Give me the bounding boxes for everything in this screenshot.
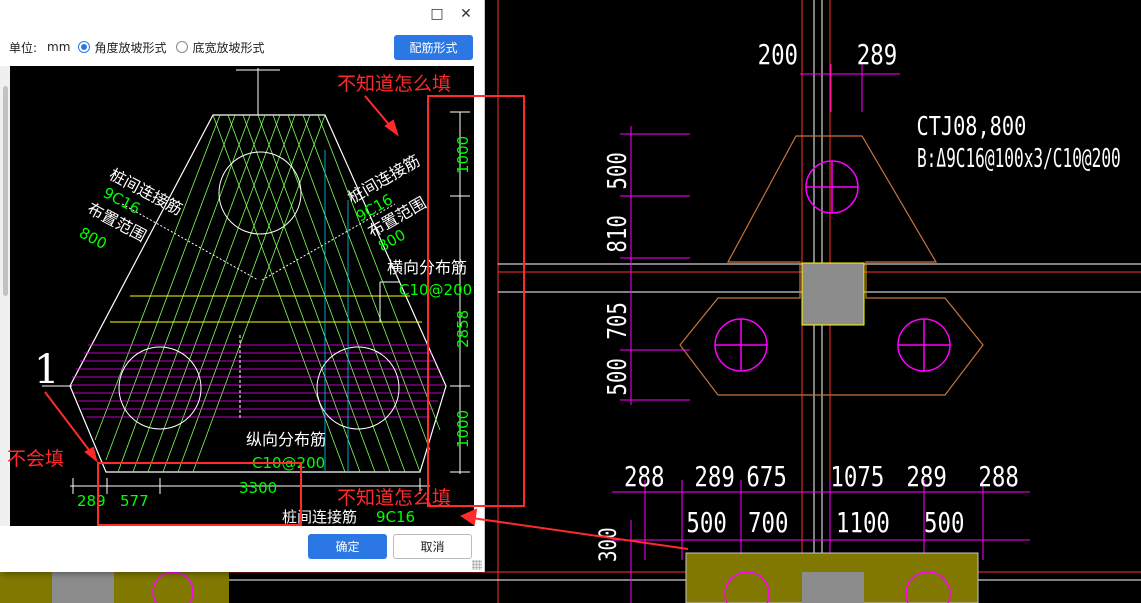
dim-row2-3: 500	[924, 505, 964, 538]
rebar-form-button[interactable]: 配筋形式	[394, 35, 473, 60]
unit-label: 单位:	[9, 40, 38, 55]
dim-row2-0: 500	[686, 505, 726, 538]
dim-left-1: 810	[602, 215, 633, 253]
dimension-lines-left	[42, 111, 470, 494]
dim-row1-2: 675	[746, 459, 786, 492]
dim-row1-1: 289	[694, 459, 734, 492]
resize-grip[interactable]	[472, 560, 482, 570]
cancel-button[interactable]: 取消	[393, 534, 472, 559]
radio-angle-slope[interactable]	[78, 41, 91, 53]
rebar-dialog: □ ✕ 单位: mm 角度放坡形式 底宽放坡形式 配筋形式 确定 取消	[0, 0, 485, 572]
scrollbar-thumb[interactable]	[3, 86, 8, 296]
pile-circles-preview	[118, 151, 400, 430]
cap-title-1: CTJ08,800	[916, 112, 1026, 142]
dim-row1-3: 1075	[830, 459, 884, 492]
dim-left-3: 500	[602, 358, 633, 396]
dim-left-0: 500	[602, 152, 633, 190]
cap-outline	[69, 114, 447, 473]
dim-row1-0: 288	[624, 459, 664, 492]
vertical-scrollbar[interactable]	[0, 66, 10, 526]
close-icon[interactable]: ✕	[455, 4, 477, 24]
cap-title-2: B:Δ9C16@100x3/C10@200	[917, 144, 1121, 174]
dim-row2-1: 700	[748, 505, 788, 538]
radio-angle-slope-label[interactable]: 角度放坡形式	[94, 39, 166, 56]
dim-row1-4: 289	[906, 459, 946, 492]
dim-top-1: 289	[857, 37, 897, 70]
unit-value: mm	[47, 40, 71, 54]
pile-cap-preview	[42, 68, 470, 494]
unit-options-row: 单位: mm 角度放坡形式 底宽放坡形式	[0, 36, 264, 58]
preview-canvas[interactable]	[10, 66, 474, 526]
dim-row2-2: 1100	[836, 505, 890, 538]
maximize-icon[interactable]: □	[426, 4, 448, 24]
radio-bottom-width-slope-label[interactable]: 底宽放坡形式	[192, 39, 264, 56]
diagonal-rebar-bands	[94, 114, 441, 473]
dim-row1-5: 288	[978, 459, 1018, 492]
column-block	[801, 262, 865, 326]
dialog-footer: 确定 取消	[0, 527, 484, 572]
dim-top-0: 200	[758, 37, 798, 70]
radio-bottom-width-slope[interactable]	[176, 41, 189, 53]
dialog-titlebar[interactable]: □ ✕	[0, 0, 484, 30]
dim-left-4: 300	[595, 527, 623, 562]
dim-left-2: 705	[602, 302, 633, 340]
ok-button[interactable]: 确定	[308, 534, 387, 559]
